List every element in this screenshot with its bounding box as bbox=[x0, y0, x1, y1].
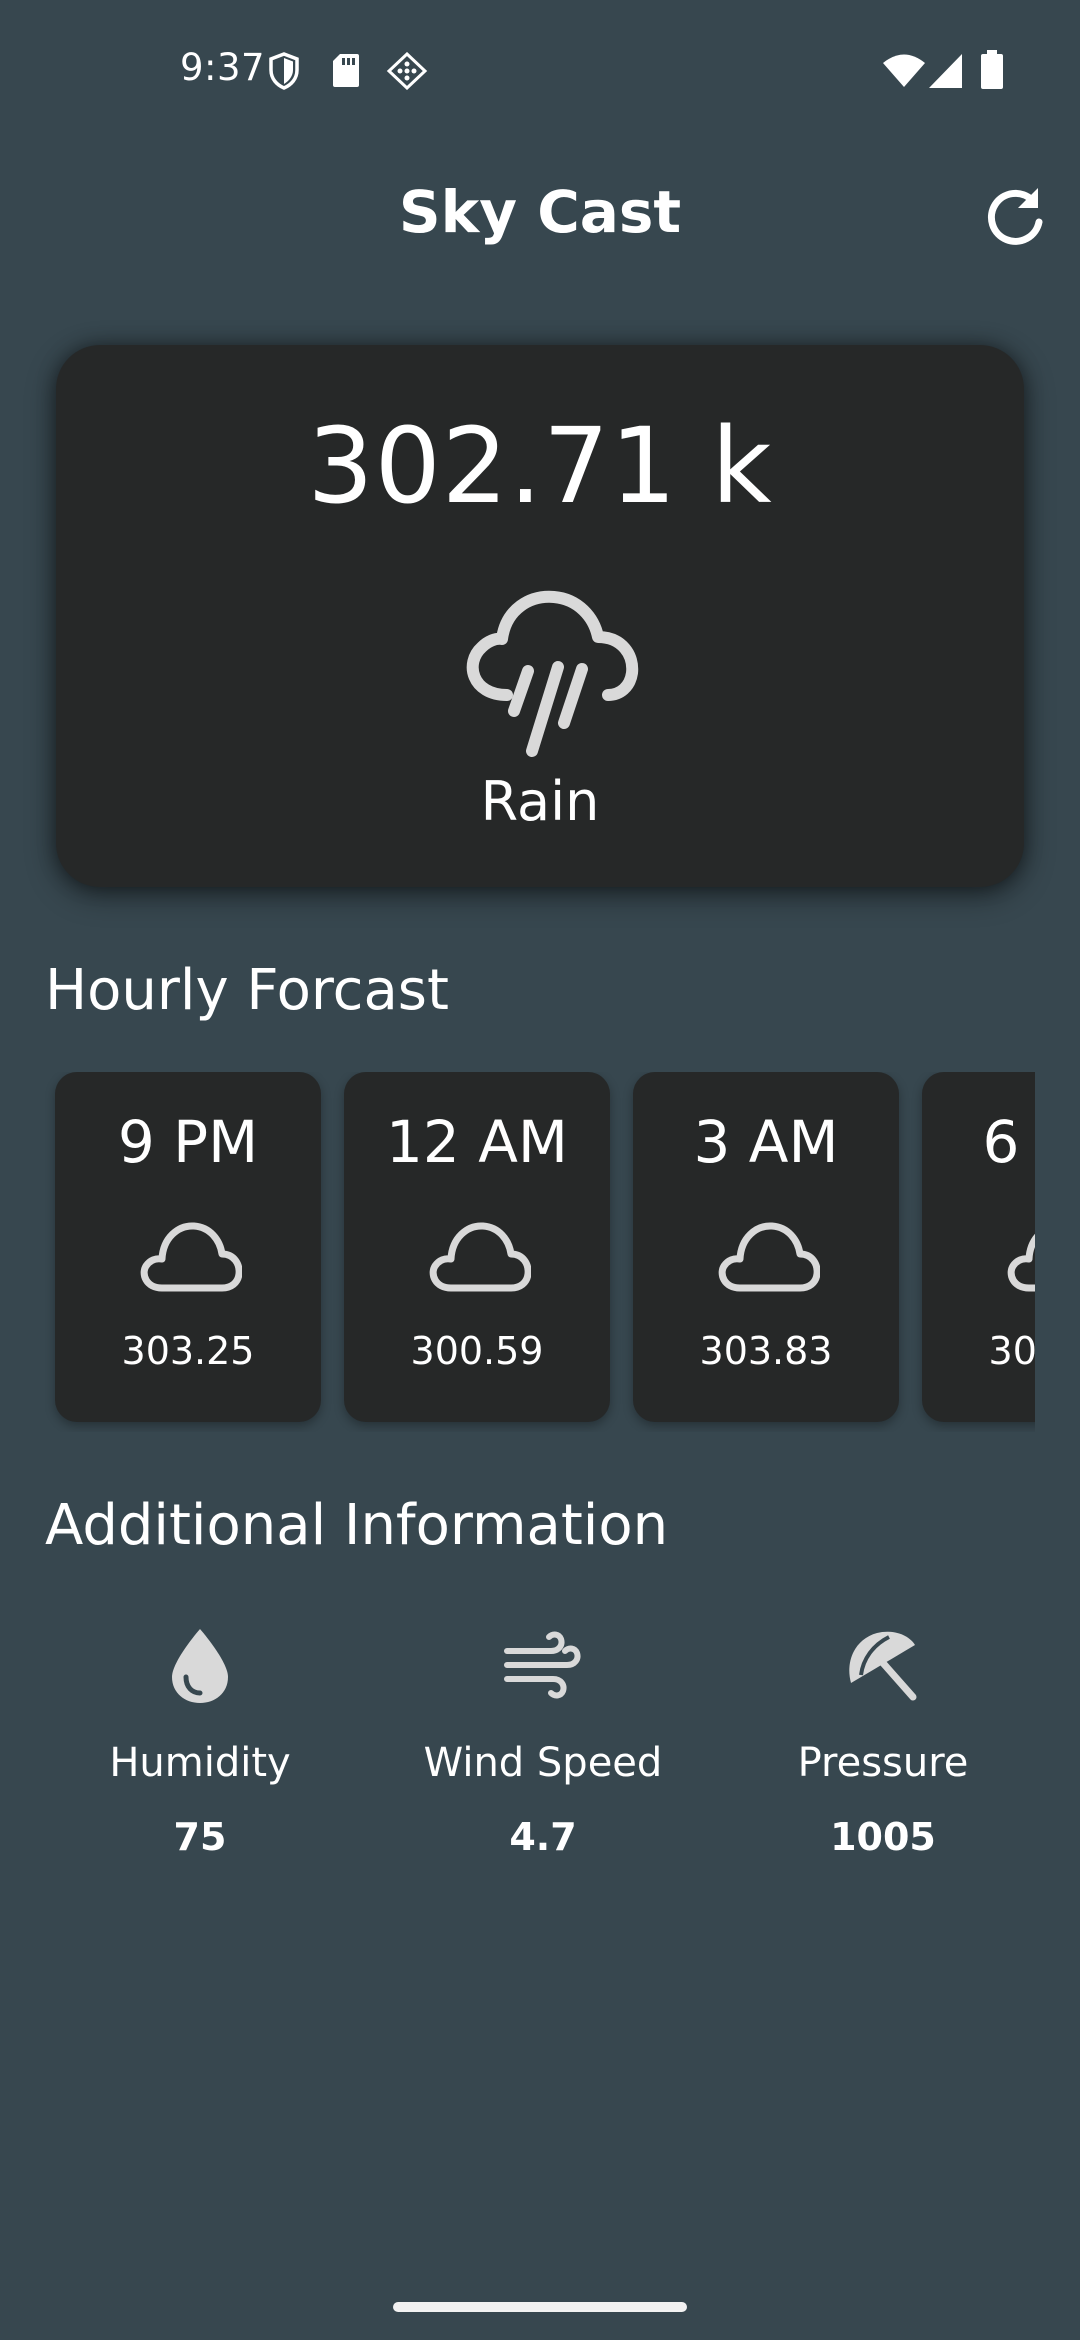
current-temperature: 302.71 k bbox=[307, 405, 773, 527]
wind-speed-label: Wind Speed bbox=[423, 1740, 663, 1786]
wind-speed-info: Wind Speed 4.7 bbox=[393, 1625, 693, 1865]
app-bar: Sky Cast bbox=[0, 160, 1080, 270]
hourly-card: 12 AM 300.59 bbox=[344, 1072, 610, 1422]
cloud-icon bbox=[140, 1222, 242, 1292]
wind-icon bbox=[504, 1631, 581, 1699]
cloud-icon bbox=[1007, 1234, 1035, 1292]
hourly-value: 303.25 bbox=[121, 1329, 255, 1373]
wind-speed-value: 4.7 bbox=[509, 1815, 577, 1859]
hourly-card: 3 AM 303.83 bbox=[633, 1072, 899, 1422]
pressure-info: Pressure 1005 bbox=[733, 1625, 1033, 1865]
humidity-info: Humidity 75 bbox=[50, 1625, 350, 1865]
hourly-forecast-title: Hourly Forcast bbox=[45, 958, 449, 1023]
cloud-icon bbox=[429, 1222, 531, 1292]
hourly-card: 9 PM 303.25 bbox=[55, 1072, 321, 1422]
wifi-icon bbox=[883, 54, 925, 87]
hourly-time: 6 AM bbox=[982, 1108, 1035, 1176]
hourly-time: 12 AM bbox=[386, 1108, 568, 1176]
beach-umbrella-icon bbox=[849, 1631, 917, 1701]
app-title: Sky Cast bbox=[398, 178, 682, 246]
sd-card-icon bbox=[333, 54, 359, 87]
water-drop-icon bbox=[172, 1629, 228, 1703]
signal-icon bbox=[929, 54, 962, 88]
hourly-value: 303.12 bbox=[988, 1329, 1035, 1373]
hourly-value: 300.59 bbox=[410, 1329, 544, 1373]
hourly-value: 303.83 bbox=[699, 1329, 833, 1373]
refresh-button[interactable] bbox=[980, 182, 1050, 252]
gesture-navigation-bar[interactable] bbox=[393, 2302, 687, 2312]
status-time: 9:37 bbox=[180, 46, 266, 89]
battery-icon bbox=[981, 50, 1003, 89]
additional-info-title: Additional Information bbox=[45, 1493, 669, 1558]
cloud-icon bbox=[718, 1222, 820, 1292]
hourly-card: 6 AM 303.12 bbox=[922, 1072, 1035, 1422]
diamond-grid-icon bbox=[386, 52, 428, 90]
hourly-time: 3 AM bbox=[693, 1108, 839, 1176]
pressure-value: 1005 bbox=[830, 1815, 936, 1859]
humidity-value: 75 bbox=[173, 1815, 227, 1859]
humidity-label: Humidity bbox=[109, 1740, 291, 1786]
current-condition: Rain bbox=[480, 770, 600, 833]
rain-icon bbox=[466, 590, 639, 757]
refresh-icon bbox=[987, 188, 1043, 245]
pressure-label: Pressure bbox=[797, 1740, 969, 1786]
hourly-forecast-list[interactable]: 9 PM 303.25 12 AM 300.59 3 AM 303.83 6 A… bbox=[45, 1072, 1035, 1432]
hourly-time: 9 PM bbox=[117, 1108, 259, 1176]
status-bar: 9:37 bbox=[0, 0, 1080, 140]
current-weather-card: 302.71 k Rain bbox=[56, 345, 1024, 887]
shield-icon bbox=[269, 52, 299, 90]
